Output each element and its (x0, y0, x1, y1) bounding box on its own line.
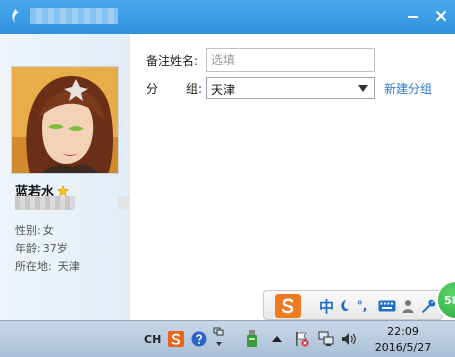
close-button[interactable] (432, 7, 450, 25)
clock-time: 22:09 (387, 325, 419, 338)
window-title-redacted (30, 8, 118, 24)
ime-chinese-mode[interactable]: 中 (319, 296, 334, 316)
star-icon (57, 184, 69, 196)
input-language-indicator[interactable]: CH (144, 330, 161, 348)
gender-info: 性别: 女 (15, 222, 54, 238)
app-logo-icon (7, 7, 25, 25)
ime-punctuation[interactable]: °, (355, 296, 369, 316)
group-label-part1: 分 (146, 82, 159, 96)
clock-date: 2016/5/27 (374, 341, 432, 354)
age-value: 37岁 (42, 242, 68, 255)
remark-name-label: 备注姓名: (146, 54, 199, 68)
soft-keyboard-icon[interactable] (377, 296, 397, 316)
age-info: 年龄: 37岁 (15, 240, 68, 256)
group-label-part2: 组: (185, 82, 202, 96)
sogou-ime-logo-icon[interactable] (275, 294, 301, 318)
language-bar-options-icon[interactable] (213, 326, 225, 350)
minimize-icon (408, 16, 418, 18)
new-group-link[interactable]: 新建分组 (384, 80, 432, 97)
title-bar (0, 0, 455, 34)
group-select-value: 天津 (211, 83, 236, 97)
ime-toolbar: 中 °, (263, 290, 443, 320)
avatar-illustration (12, 67, 118, 173)
usb-device-icon[interactable] (246, 330, 258, 348)
dropdown-arrow-icon (358, 85, 368, 92)
tools-wrench-icon[interactable] (420, 296, 436, 316)
location-label: 所在地: (15, 260, 52, 273)
user-account-icon[interactable] (401, 296, 415, 316)
halfwidth-moon-icon[interactable] (337, 296, 351, 316)
account-id-redacted (15, 196, 75, 210)
group-label: 分 组: (146, 80, 202, 97)
taskbar: CH 22:09 2016/5/27 (0, 320, 455, 357)
network-icon[interactable] (318, 330, 334, 348)
profile-panel: 蓝若水 性别: 女 年龄: 37岁 所在地: 天津 (0, 34, 130, 320)
gender-value: 女 (42, 224, 54, 237)
close-icon (435, 10, 447, 22)
location-value: 天津 (57, 260, 80, 273)
avatar[interactable] (11, 66, 119, 174)
help-icon[interactable] (191, 330, 207, 348)
show-hidden-icons-arrow-icon[interactable] (272, 330, 282, 348)
location-info: 所在地: 天津 (15, 258, 80, 274)
minimize-button[interactable] (404, 7, 422, 25)
gender-label: 性别: (15, 224, 41, 237)
sogou-tray-icon[interactable] (168, 330, 184, 348)
age-label: 年龄: (15, 242, 41, 255)
remark-name-input[interactable] (206, 48, 375, 72)
action-center-flag-icon[interactable] (294, 330, 310, 348)
group-select[interactable]: 天津 (206, 77, 375, 99)
account-id-redacted-tail (118, 196, 130, 210)
volume-speaker-icon[interactable] (341, 330, 357, 348)
system-clock[interactable]: 22:09 2016/5/27 (366, 324, 440, 356)
